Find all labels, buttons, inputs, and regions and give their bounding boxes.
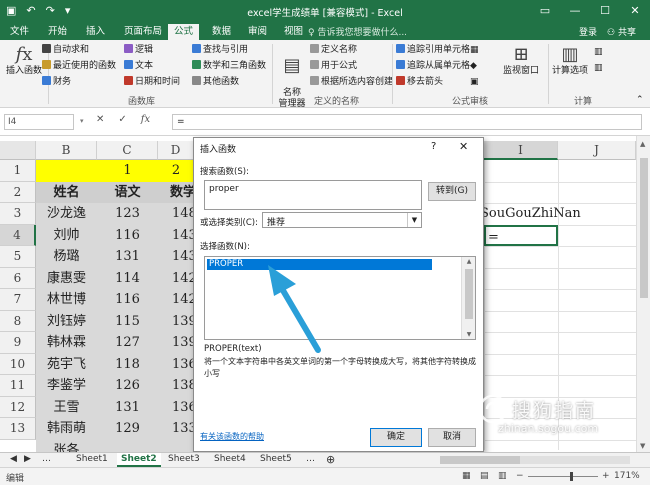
status-mode: 编辑: [6, 474, 25, 484]
zoom-in-icon[interactable]: +: [602, 471, 610, 481]
sheet-tab-sheet5[interactable]: Sheet5: [256, 453, 296, 467]
sheet-tab-sheet1[interactable]: Sheet1: [72, 453, 112, 467]
sheet-tab-sheet3[interactable]: Sheet3: [164, 453, 204, 467]
sheet-tab-sheet2[interactable]: Sheet2: [117, 453, 161, 467]
zoom-slider-handle[interactable]: [570, 472, 573, 481]
next-sheet-icon[interactable]: ▶: [20, 453, 35, 467]
sheet-tab-sheet4[interactable]: Sheet4: [210, 453, 250, 467]
sheet-tab-more-icon[interactable]: …: [302, 453, 319, 467]
status-bar: 编辑 ▦ ▤ ▥ − + 171%: [0, 467, 650, 485]
page-layout-view-icon[interactable]: ▤: [480, 471, 489, 481]
watermark-text: 搜狗指南: [512, 400, 597, 422]
sheet-tab-bar: ◀ ▶ … Sheet1 Sheet2 Sheet3 Sheet4 Sheet5…: [0, 452, 650, 467]
add-sheet-icon[interactable]: ⊕: [322, 453, 339, 467]
horizontal-scrollbar[interactable]: [440, 456, 630, 464]
zoom-slider[interactable]: [528, 476, 598, 477]
more-sheets-icon[interactable]: …: [38, 453, 55, 467]
watermark-subtext: zhinan.sogou.com: [498, 422, 599, 435]
horizontal-scrollbar-thumb[interactable]: [440, 456, 520, 464]
previous-sheet-icon[interactable]: ◀: [6, 453, 21, 467]
zoom-level[interactable]: 171%: [614, 471, 640, 481]
zoom-out-icon[interactable]: −: [516, 471, 524, 481]
sogou-logo-icon: [478, 394, 508, 424]
normal-view-icon[interactable]: ▦: [462, 471, 471, 481]
page-break-view-icon[interactable]: ▥: [498, 471, 507, 481]
